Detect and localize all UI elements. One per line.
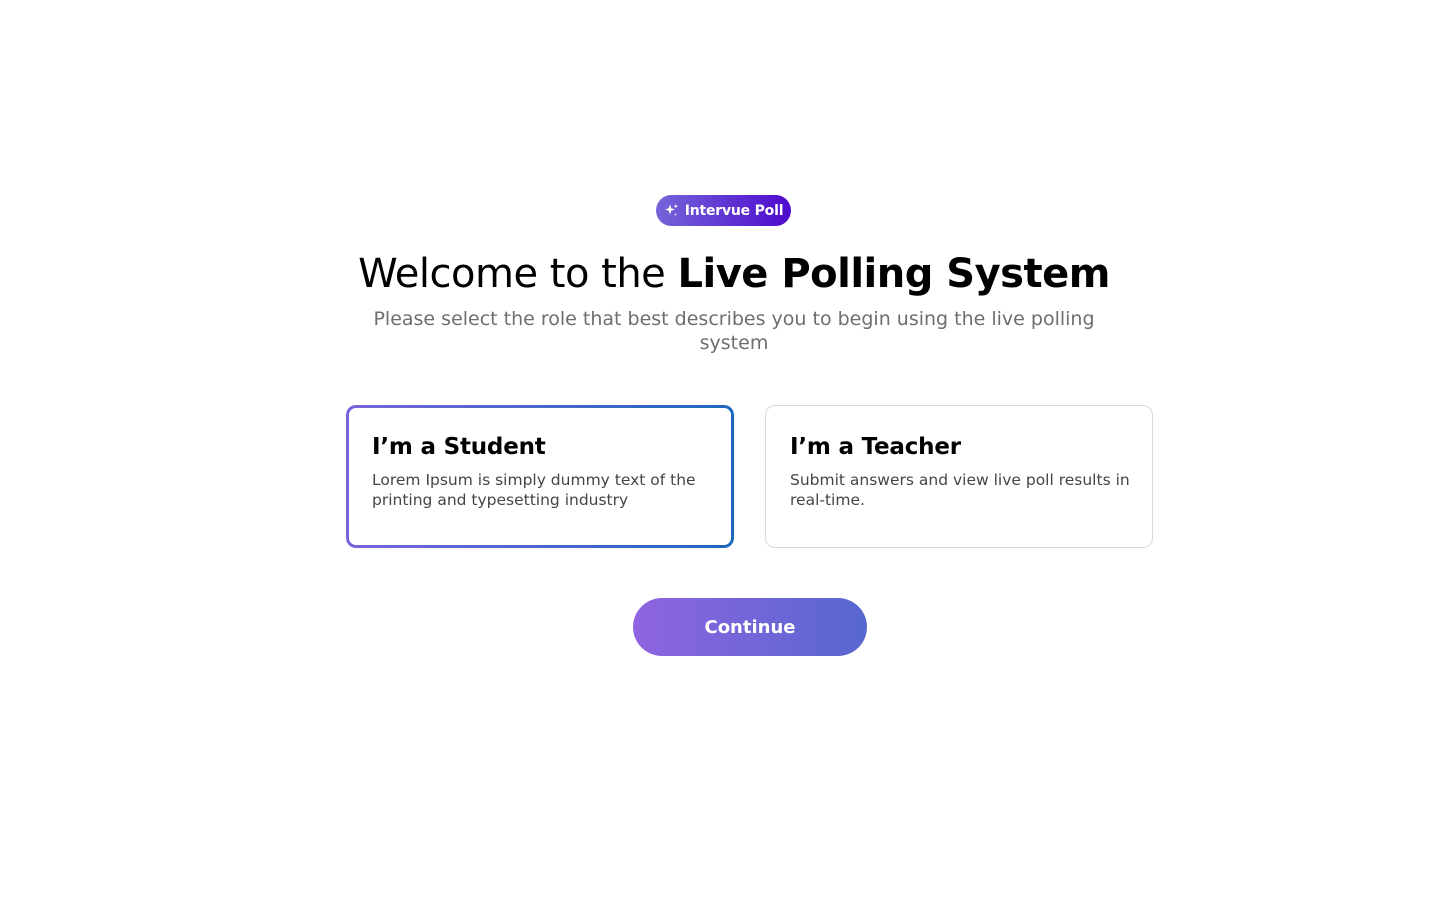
sparkle-icon — [664, 203, 679, 218]
page-subtitle: Please select the role that best describ… — [373, 308, 1095, 354]
role-card-title: I’m a Student — [372, 434, 546, 460]
page-title-prefix: Welcome to the — [358, 251, 678, 297]
continue-button[interactable]: Continue — [633, 598, 867, 656]
role-card-teacher[interactable]: I’m a Teacher Submit answers and view li… — [765, 405, 1153, 548]
role-card-student[interactable]: I’m a Student Lorem Ipsum is simply dumm… — [346, 405, 734, 548]
brand-badge: Intervue Poll — [656, 195, 791, 226]
page-title-highlight: Live Polling System — [677, 251, 1111, 297]
role-selection-page: Intervue Poll Welcome to the Live Pollin… — [0, 0, 1440, 923]
brand-badge-label: Intervue Poll — [684, 202, 784, 219]
page-title: Welcome to the Live Polling System — [0, 251, 1440, 297]
role-card-title: I’m a Teacher — [790, 434, 961, 460]
role-card-description: Lorem Ipsum is simply dummy text of the … — [372, 471, 696, 509]
role-card-description: Submit answers and view live poll result… — [790, 471, 1130, 509]
